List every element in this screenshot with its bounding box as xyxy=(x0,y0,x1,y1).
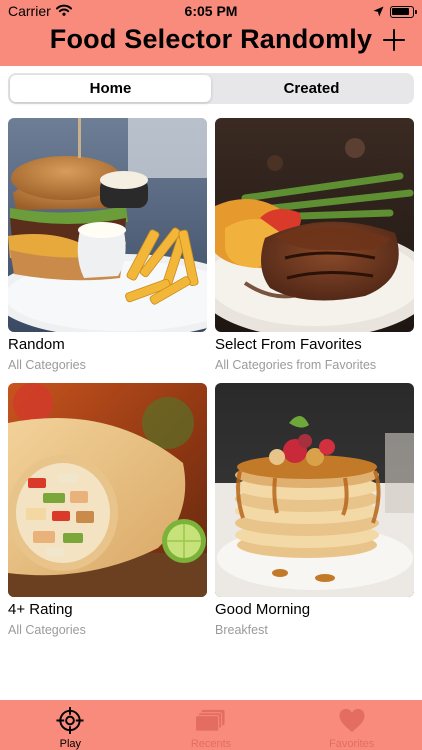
add-button[interactable] xyxy=(380,26,408,54)
card-title: 4+ Rating xyxy=(8,601,73,618)
status-indicators xyxy=(373,4,417,20)
battery-icon xyxy=(390,6,417,18)
tab-favorites[interactable]: Favorites xyxy=(281,700,422,750)
card-title: Random xyxy=(8,336,65,353)
location-arrow-icon xyxy=(373,4,384,20)
pancake-stack-photo xyxy=(215,383,414,597)
home-created-segmented-control: Home Created xyxy=(8,73,414,104)
status-time: 6:05 PM xyxy=(184,3,238,19)
card-title: Select From Favorites xyxy=(215,336,362,353)
card-subtitle: All Categories xyxy=(8,358,86,372)
tab-label: Recents xyxy=(190,738,232,750)
card-subtitle: All Categories from Favorites xyxy=(215,358,377,372)
tab-bar: Play Recents Favorites xyxy=(0,700,422,750)
segment-home[interactable]: Home xyxy=(10,75,211,102)
card-4-plus-rating[interactable]: 4+ Rating All Categories xyxy=(8,383,207,638)
burrito-photo xyxy=(8,383,207,597)
nav-header: Carrier 6:05 PM Food Selector Randomly xyxy=(0,0,422,66)
tab-label: Favorites xyxy=(329,738,375,750)
card-title: Good Morning xyxy=(215,601,311,618)
stack-icon xyxy=(195,709,225,732)
card-random[interactable]: Random All Categories xyxy=(8,118,207,373)
status-bar: Carrier 6:05 PM xyxy=(0,0,422,22)
tab-play[interactable]: Play xyxy=(0,700,141,750)
burger-and-fries-photo xyxy=(8,118,207,332)
tab-recents[interactable]: Recents xyxy=(141,700,282,750)
steak-and-asparagus-photo xyxy=(215,118,414,332)
crosshair-icon xyxy=(56,706,84,735)
tab-label: Play xyxy=(59,738,82,750)
card-good-morning[interactable]: Good Morning Breakfest xyxy=(215,383,414,638)
heart-icon xyxy=(339,708,365,733)
plus-icon xyxy=(383,29,405,51)
page-title: Food Selector Randomly xyxy=(49,24,373,54)
card-subtitle: All Categories xyxy=(8,623,86,637)
card-select-from-favorites[interactable]: Select From Favorites All Categories fro… xyxy=(215,118,414,373)
card-subtitle: Breakfest xyxy=(215,623,268,637)
segment-created[interactable]: Created xyxy=(211,75,412,102)
